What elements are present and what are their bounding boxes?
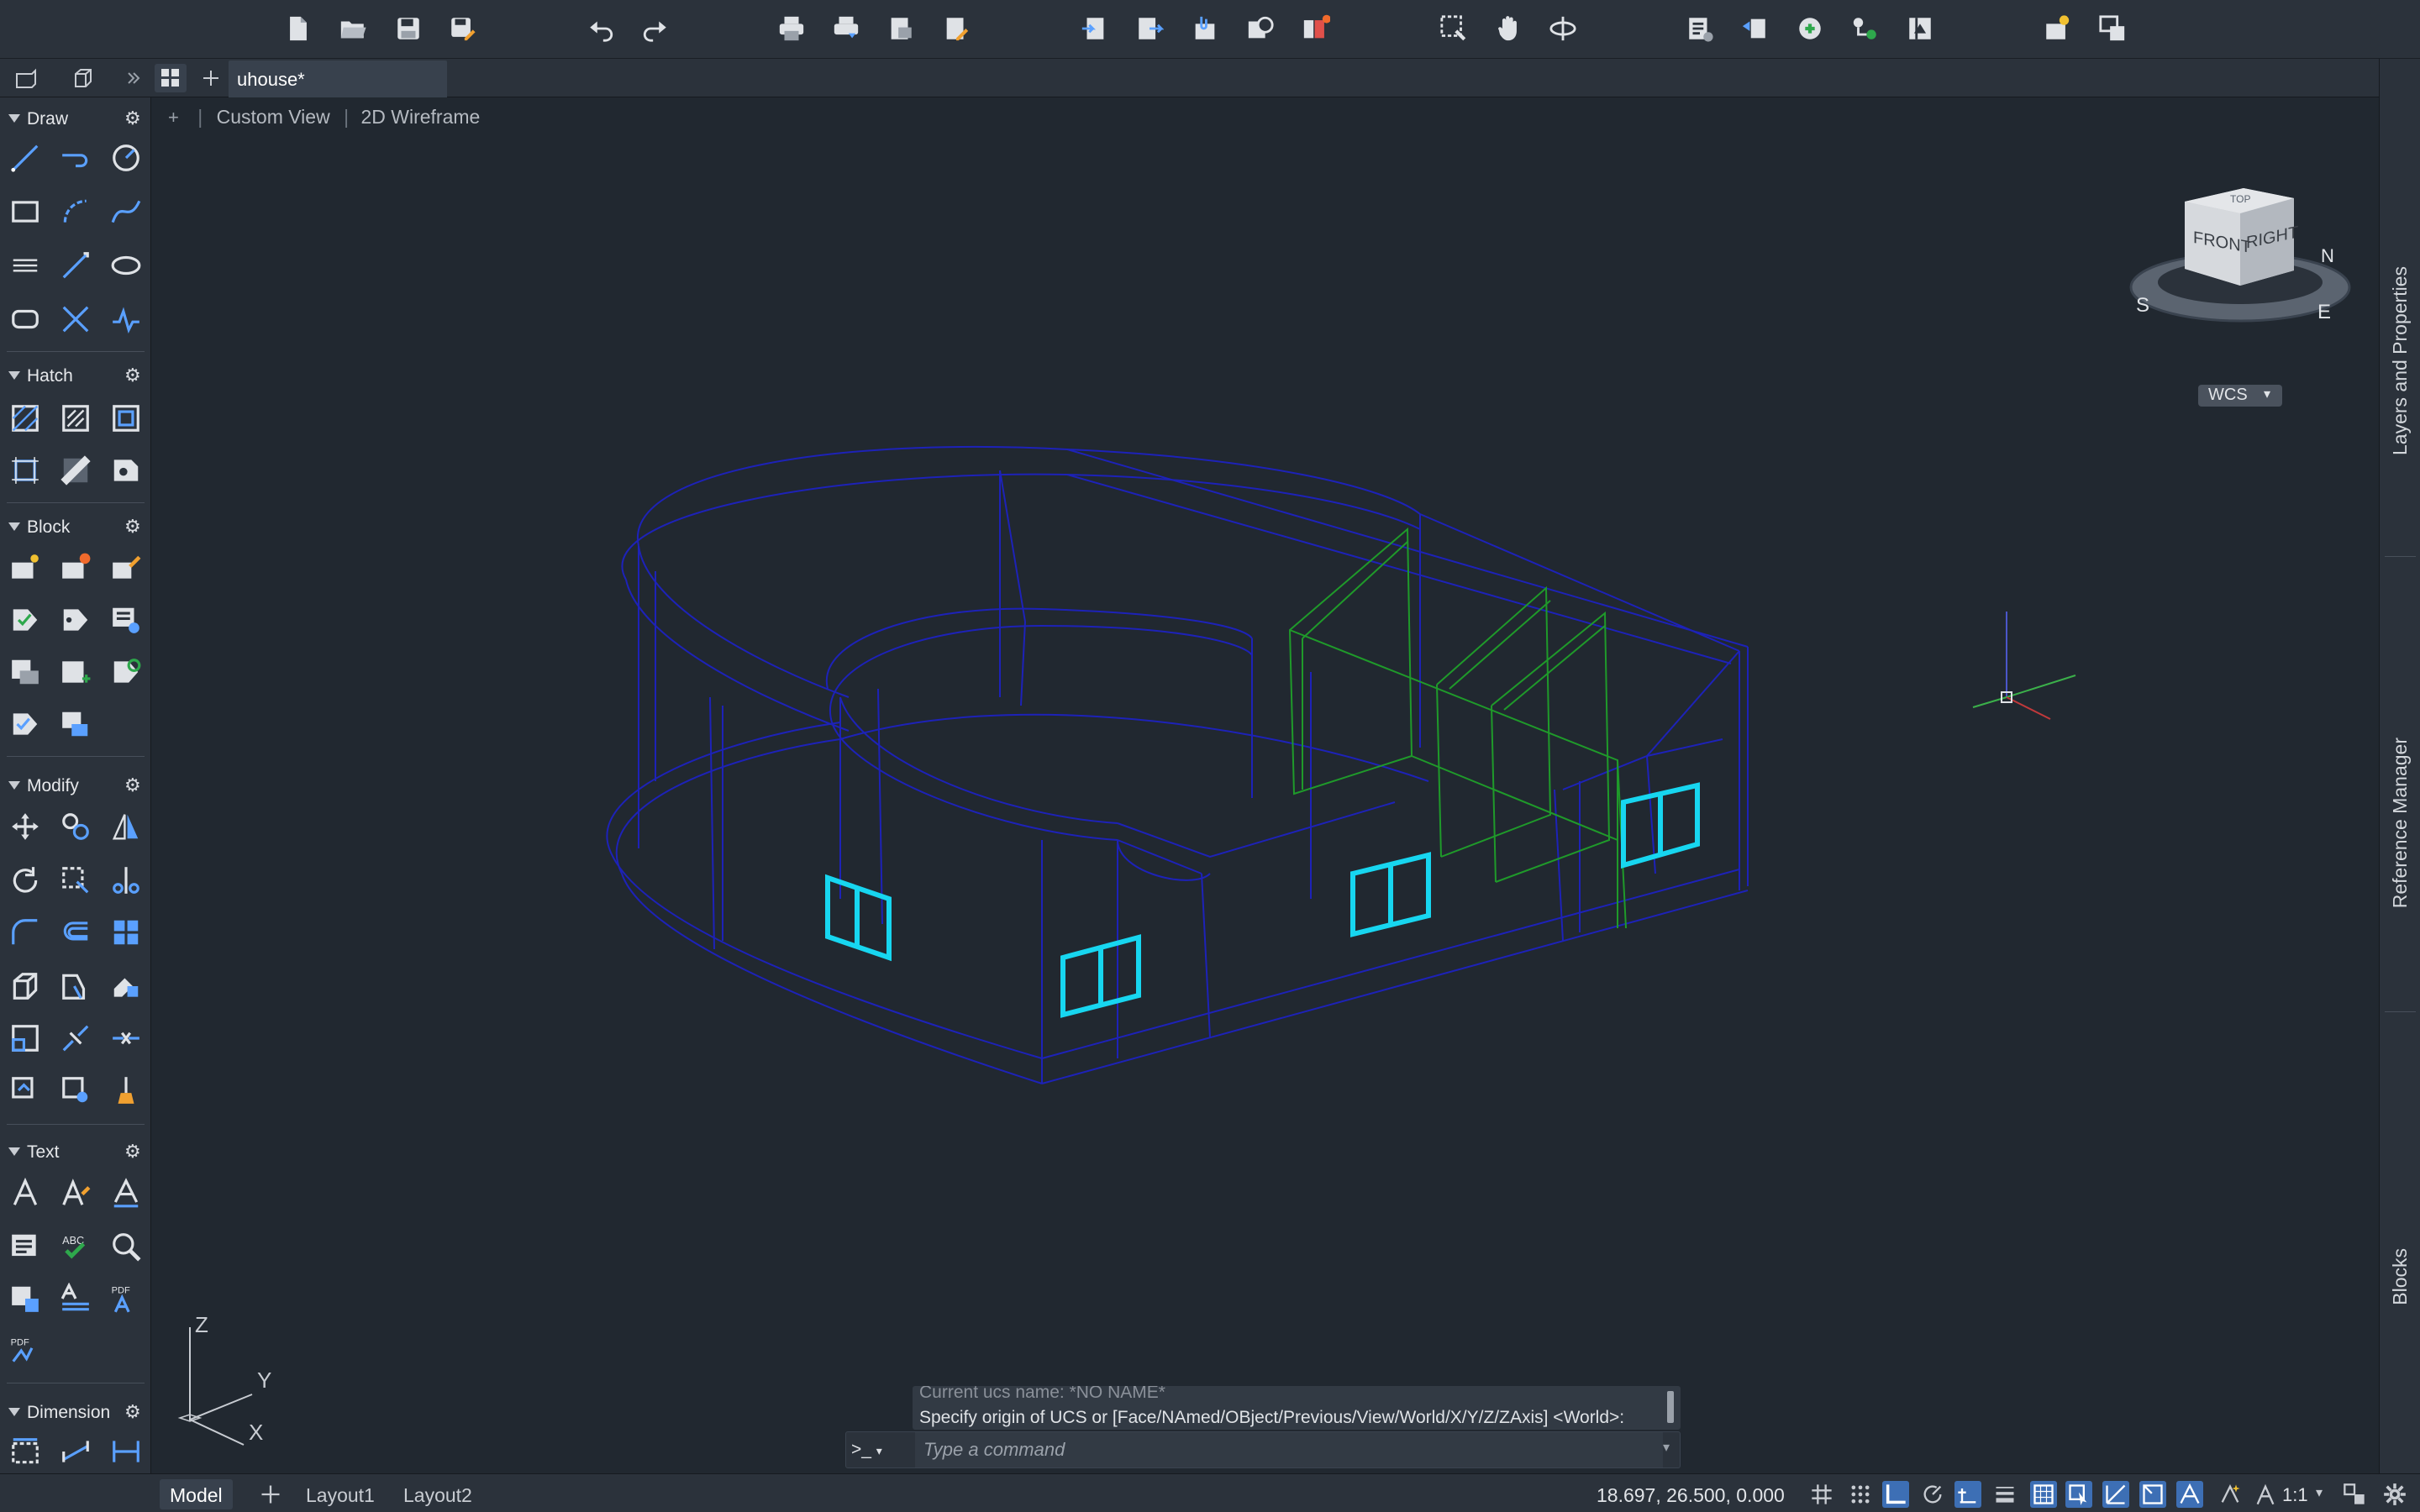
compass-south[interactable]: S bbox=[2136, 294, 2149, 318]
house-wireframe[interactable] bbox=[0, 0, 2420, 1512]
tab-layers-and-properties[interactable]: Layers and Properties bbox=[2380, 218, 2420, 504]
command-prompt[interactable]: >_ ▾ bbox=[851, 1440, 910, 1460]
viewcube-top-face[interactable]: TOP bbox=[2230, 193, 2250, 205]
tab-layers-label: Layers and Properties bbox=[2389, 266, 2411, 456]
command-line: >_ ▾ ▾ bbox=[845, 1431, 1681, 1468]
snap-icon[interactable] bbox=[1847, 1481, 1874, 1508]
command-input[interactable] bbox=[915, 1432, 1663, 1467]
command-history-dropdown-icon[interactable]: ▾ bbox=[1663, 1439, 1670, 1456]
transparency-icon[interactable] bbox=[2030, 1481, 2057, 1508]
tab-layout1[interactable]: Layout1 bbox=[296, 1479, 385, 1509]
chevron-down-icon[interactable]: ▾ bbox=[2316, 1484, 2323, 1501]
ortho-icon[interactable] bbox=[1882, 1481, 1909, 1508]
polar-tracking-icon[interactable] bbox=[1919, 1481, 1946, 1508]
compass-north[interactable]: N bbox=[2321, 245, 2334, 267]
axis-y-label: Y bbox=[257, 1368, 272, 1393]
axis-z-label: Z bbox=[195, 1312, 208, 1337]
dynamic-ucs-icon[interactable] bbox=[2102, 1481, 2129, 1508]
annotation-scale-value[interactable]: 1:1 bbox=[2282, 1484, 2308, 1506]
tab-layout2-label: Layout2 bbox=[403, 1484, 472, 1506]
tab-layout1-label: Layout1 bbox=[306, 1484, 375, 1506]
command-history: Current ucs name: *NO NAME* Specify orig… bbox=[913, 1386, 1681, 1430]
tab-model[interactable]: Model bbox=[160, 1479, 233, 1509]
tab-blocks-label: Blocks bbox=[2389, 1248, 2411, 1305]
lineweight-icon[interactable] bbox=[1991, 1481, 2018, 1508]
selection-cycling-icon[interactable] bbox=[2065, 1481, 2092, 1508]
command-prompt-symbol: >_ bbox=[851, 1440, 871, 1459]
command-history-last: Specify origin of UCS or [Face/NAmed/OBj… bbox=[919, 1408, 1625, 1427]
ucs-label: WCS bbox=[2208, 386, 2248, 404]
divider bbox=[2385, 556, 2416, 557]
annotation-scale-icon[interactable] bbox=[2252, 1481, 2279, 1508]
chevron-down-icon: ▾ bbox=[2264, 387, 2271, 402]
workspace-switch-icon[interactable] bbox=[2341, 1481, 2368, 1508]
add-layout-icon[interactable] bbox=[257, 1481, 284, 1508]
settings-gear-icon[interactable] bbox=[2381, 1481, 2408, 1508]
compass-east[interactable]: E bbox=[2317, 301, 2331, 324]
object-snap-icon[interactable] bbox=[2139, 1481, 2166, 1508]
viewcube[interactable]: FRONT RIGHT TOP S E N bbox=[2126, 176, 2361, 344]
grid-icon[interactable] bbox=[1808, 1481, 1835, 1508]
tab-reference-manager[interactable]: Reference Manager bbox=[2380, 680, 2420, 966]
divider bbox=[2385, 1011, 2416, 1012]
chevron-down-icon: ▾ bbox=[876, 1444, 882, 1457]
tab-reference-label: Reference Manager bbox=[2389, 738, 2411, 909]
tab-layout2[interactable]: Layout2 bbox=[393, 1479, 482, 1509]
right-side-panel: Layers and Properties Reference Manager … bbox=[2379, 59, 2420, 1473]
command-history-scrollbar[interactable] bbox=[1667, 1391, 1674, 1423]
cursor-coordinates[interactable]: 18.697, 26.500, 0.000 bbox=[1597, 1484, 1785, 1507]
ucs-dropdown[interactable]: WCS ▾ bbox=[2198, 385, 2282, 407]
isodraft-icon[interactable] bbox=[1954, 1481, 1981, 1508]
auto-scale-icon[interactable] bbox=[2217, 1481, 2244, 1508]
annotation-visibility-icon[interactable] bbox=[2176, 1481, 2203, 1508]
ucs-crosshair-icon bbox=[1972, 612, 2076, 720]
tab-blocks[interactable]: Blocks bbox=[2380, 1201, 2420, 1352]
status-bar: Model Layout1 Layout2 18.697, 26.500, 0.… bbox=[0, 1473, 2420, 1512]
axis-x-label: X bbox=[249, 1420, 264, 1445]
tab-model-label: Model bbox=[170, 1484, 223, 1506]
command-history-previous: Current ucs name: *NO NAME* bbox=[919, 1386, 1165, 1402]
